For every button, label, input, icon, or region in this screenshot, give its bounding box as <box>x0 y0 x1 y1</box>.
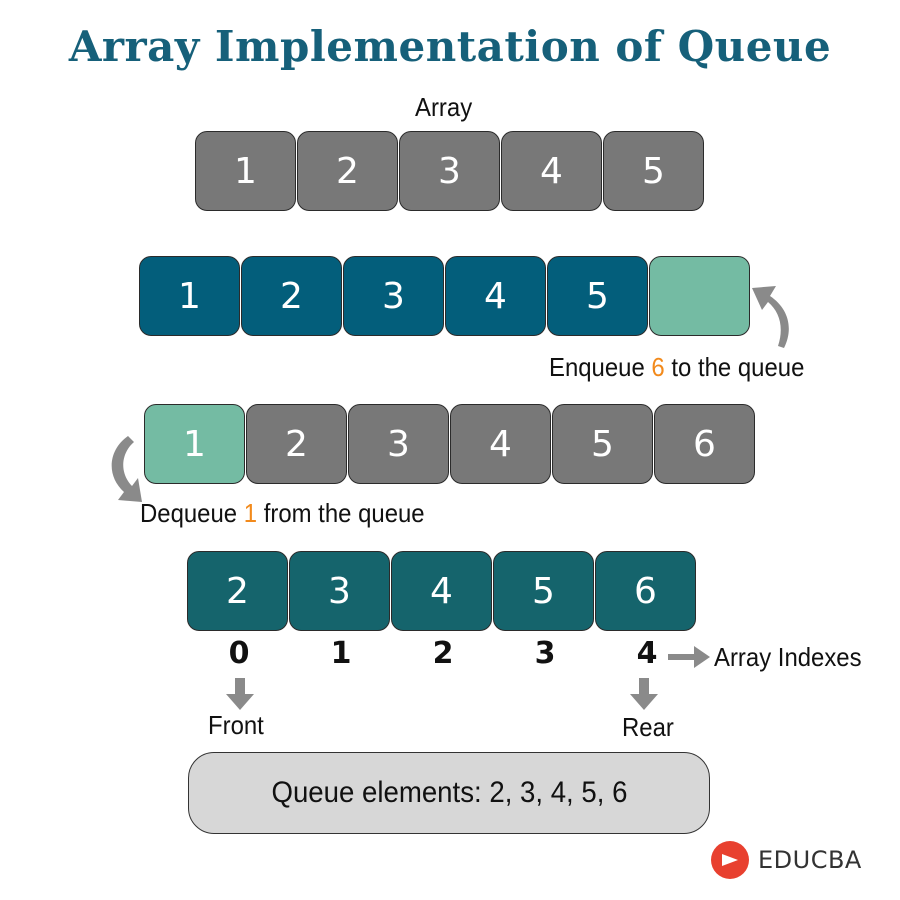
array-cell: 1 <box>195 131 296 211</box>
rear-label: Rear <box>622 712 674 742</box>
brand-logo: EDUCBA <box>710 840 862 880</box>
array-cell: 4 <box>501 131 602 211</box>
enqueue-cell: 3 <box>343 256 444 336</box>
array-cell: 5 <box>603 131 704 211</box>
array-index: 2 <box>432 636 454 671</box>
array-label: Array <box>415 92 473 122</box>
array-index: 3 <box>534 636 556 671</box>
queue-elements-box: Queue elements: 2, 3, 4, 5, 6 <box>188 752 710 834</box>
dequeue-cell: 5 <box>552 404 653 484</box>
queue-elements-text: Queue elements: 2, 3, 4, 5, 6 <box>271 776 627 809</box>
enqueue-cell: 4 <box>445 256 546 336</box>
dequeue-cell: 2 <box>246 404 347 484</box>
enqueue-empty-slot <box>649 256 750 336</box>
array-index: 0 <box>228 636 250 671</box>
array-index: 1 <box>330 636 352 671</box>
dequeue-cell: 4 <box>450 404 551 484</box>
rear-down-arrow-icon <box>630 678 658 710</box>
dequeue-cell-removed: 1 <box>144 404 245 484</box>
dequeue-cell: 6 <box>654 404 755 484</box>
dequeue-value: 1 <box>243 498 258 528</box>
final-row: 2 3 4 5 6 <box>187 551 697 631</box>
dequeue-note: Dequeue 1 from the queue <box>140 498 425 529</box>
right-arrow-icon <box>668 646 710 668</box>
dequeue-cell: 3 <box>348 404 449 484</box>
enqueue-note-before: Enqueue <box>549 352 652 382</box>
dequeue-note-after: from the queue <box>257 498 425 528</box>
page-title: Array Implementation of Queue <box>68 22 832 71</box>
final-cell: 4 <box>391 551 492 631</box>
dequeue-note-before: Dequeue <box>140 498 244 528</box>
enqueue-note: Enqueue 6 to the queue <box>549 352 804 383</box>
dequeue-row: 1 2 3 4 5 6 <box>144 404 756 484</box>
front-label: Front <box>208 710 264 740</box>
array-indexes-label: Array Indexes <box>714 642 862 672</box>
final-cell: 6 <box>595 551 696 631</box>
array-cell: 3 <box>399 131 500 211</box>
enqueue-cell: 1 <box>139 256 240 336</box>
final-cell: 2 <box>187 551 288 631</box>
enqueue-cell: 2 <box>241 256 342 336</box>
enqueue-value: 6 <box>651 352 665 382</box>
enqueue-curved-arrow-icon <box>752 286 789 348</box>
enqueue-row: 1 2 3 4 5 <box>139 256 751 336</box>
final-cell: 5 <box>493 551 594 631</box>
enqueue-note-after: to the queue <box>664 352 805 382</box>
array-row: 1 2 3 4 5 <box>195 131 705 211</box>
educba-logo-icon <box>711 841 749 879</box>
brand-name: EDUCBA <box>758 846 862 874</box>
front-down-arrow-icon <box>226 678 254 710</box>
final-cell: 3 <box>289 551 390 631</box>
enqueue-cell: 5 <box>547 256 648 336</box>
array-cell: 2 <box>297 131 398 211</box>
